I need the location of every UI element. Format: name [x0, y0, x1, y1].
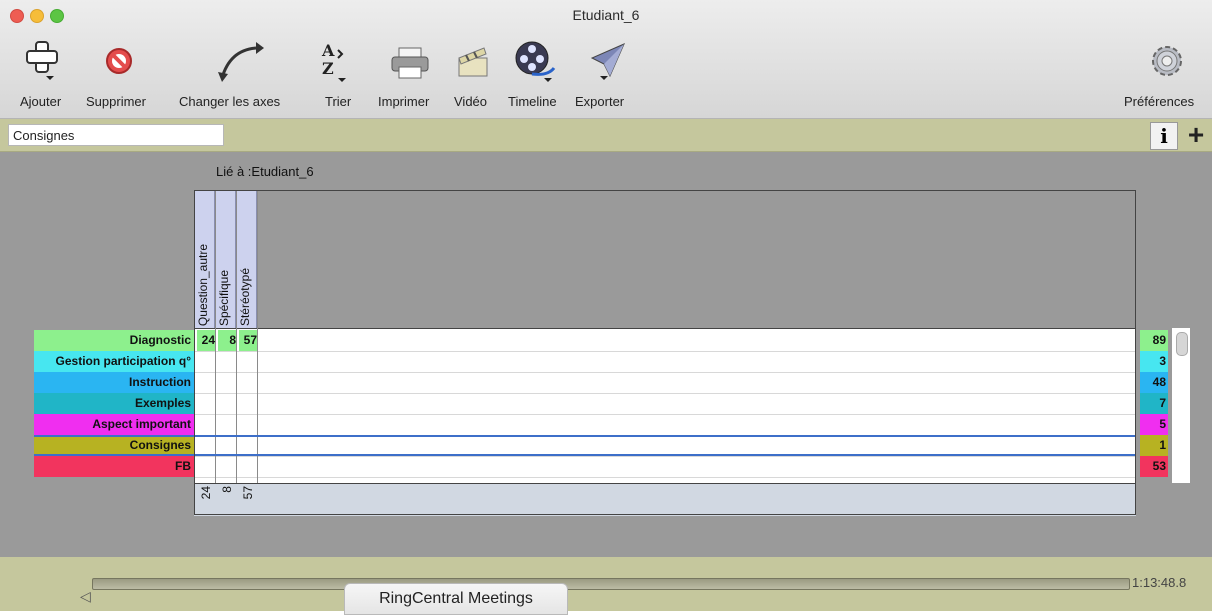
info-button[interactable]: i — [1150, 122, 1178, 150]
scrollbar-thumb[interactable] — [1176, 332, 1188, 356]
timeline-scrubber[interactable] — [92, 578, 1130, 590]
video-label[interactable]: Vidéo — [454, 94, 487, 109]
row-label[interactable]: Gestion participation q° — [34, 351, 194, 372]
delete-button[interactable] — [104, 46, 134, 81]
printer-icon — [391, 47, 429, 79]
row-total: 5 — [1140, 414, 1168, 435]
print-label[interactable]: Imprimer — [378, 94, 429, 109]
row-total: 3 — [1140, 351, 1168, 372]
video-button[interactable] — [456, 46, 492, 83]
delete-label[interactable]: Supprimer — [86, 94, 146, 109]
prohibited-icon — [106, 48, 132, 74]
info-icon: i — [1160, 124, 1168, 148]
row-total: 48 — [1140, 372, 1168, 393]
linked-to-label: Lié à :Etudiant_6 — [216, 164, 314, 179]
ringcentral-meetings-tab[interactable]: RingCentral Meetings — [344, 583, 568, 615]
print-button[interactable] — [390, 46, 430, 85]
preferences-button[interactable] — [1146, 40, 1188, 87]
row-label[interactable]: Exemples — [34, 393, 194, 414]
plus-icon — [26, 41, 58, 80]
row-total: 89 — [1140, 330, 1168, 351]
row-label[interactable]: Instruction — [34, 372, 194, 393]
plus-icon: + — [1187, 119, 1205, 150]
preferences-label[interactable]: Préférences — [1124, 94, 1194, 109]
row-total: 53 — [1140, 456, 1168, 477]
change-axes-button[interactable] — [216, 40, 266, 87]
timeline-time: 1:13:48.8 — [1132, 575, 1187, 590]
window-title: Etudiant_6 — [572, 7, 640, 23]
export-label[interactable]: Exporter — [575, 94, 624, 109]
add-row-button[interactable]: + — [1182, 119, 1210, 150]
row-label[interactable]: FB — [34, 456, 194, 477]
svg-text:Z: Z — [322, 59, 334, 78]
timeline-label[interactable]: Timeline — [508, 94, 557, 109]
timeline-start-handle[interactable]: ◁ — [80, 588, 91, 605]
change-axes-label[interactable]: Changer les axes — [179, 94, 280, 109]
row-label[interactable]: Aspect important — [34, 414, 194, 435]
export-button[interactable] — [584, 40, 628, 89]
row-total: 1 — [1140, 435, 1168, 456]
matrix-frame — [194, 190, 1136, 515]
timeline-button[interactable] — [514, 40, 556, 87]
add-button[interactable] — [24, 40, 60, 85]
gear-icon — [1152, 46, 1182, 76]
row-label[interactable]: Diagnostic — [34, 330, 194, 351]
svg-text:A: A — [321, 41, 335, 60]
row-total: 7 — [1140, 393, 1168, 414]
sort-label[interactable]: Trier — [325, 94, 351, 109]
sort-az-icon: A Z — [321, 41, 346, 82]
clapperboard-icon — [458, 47, 488, 77]
sort-button[interactable]: A Z — [320, 40, 350, 87]
category-filter-field[interactable]: Consignes — [8, 124, 224, 146]
film-reel-icon — [515, 41, 556, 82]
add-label[interactable]: Ajouter — [20, 94, 61, 109]
rotate-arrows-icon — [218, 42, 264, 82]
export-arrow-icon — [590, 43, 625, 80]
